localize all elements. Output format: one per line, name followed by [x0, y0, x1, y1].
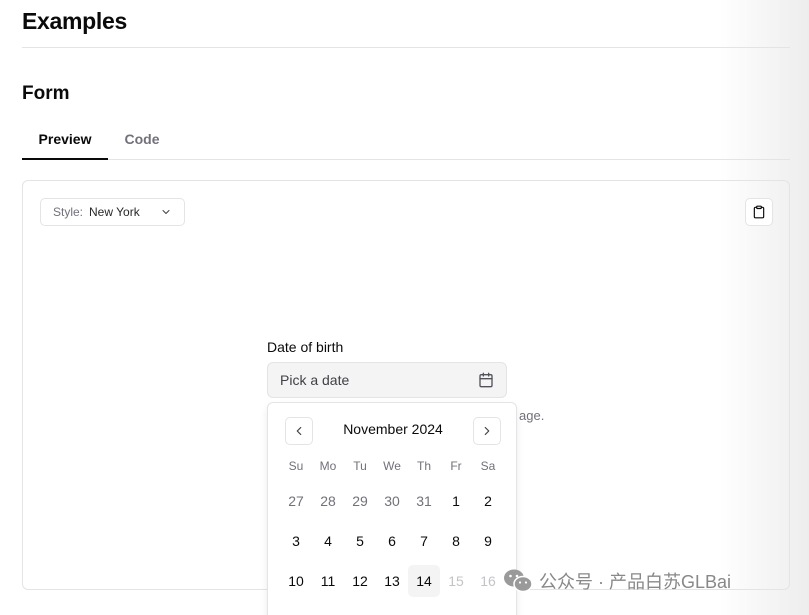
weekday-label: Su [288, 459, 304, 473]
watermark-text: 公众号 · 产品白苏GLBai [539, 572, 732, 592]
calendar-day[interactable]: 30 [376, 485, 408, 517]
page-title: Examples [22, 8, 127, 34]
weekday-header: Su Mo Tu We Th Fr Sa [280, 459, 504, 473]
calendar-icon [479, 372, 493, 388]
calendar-popover: November 2024 Su Mo Tu We Th Fr Sa 27 28 2… [267, 402, 517, 615]
calendar-day[interactable]: 5 [344, 525, 376, 557]
title-divider [22, 47, 790, 48]
calendar-day[interactable]: 1 [440, 485, 472, 517]
calendar-day[interactable]: 31 [408, 485, 440, 517]
date-of-birth-label: Date of birth [267, 339, 344, 355]
copy-code-button[interactable] [745, 198, 773, 226]
wechat-icon [504, 569, 533, 593]
weekday-label: Fr [450, 459, 462, 473]
calendar-day[interactable]: 4 [312, 525, 344, 557]
weekday-label: Sa [480, 459, 496, 473]
calendar-day: 15 [448, 573, 464, 589]
calendar-day[interactable]: 3 [280, 525, 312, 557]
tab-list: Preview Code [22, 120, 790, 160]
style-select-value: New York [89, 205, 140, 219]
calendar-day[interactable]: 27 [280, 485, 312, 517]
chevron-down-icon [162, 210, 170, 214]
calendar-day[interactable]: 7 [408, 525, 440, 557]
calendar-day[interactable]: 14 [408, 565, 440, 597]
chevron-right-icon [484, 426, 490, 436]
weekday-label: Th [416, 459, 431, 473]
tab-code[interactable]: Code [122, 120, 162, 160]
calendar-day[interactable]: 8 [440, 525, 472, 557]
weekday-label: Tu [353, 459, 367, 473]
date-picker-trigger[interactable]: Pick a date [267, 362, 507, 398]
next-month-button[interactable] [473, 417, 501, 445]
calendar-day[interactable]: 29 [344, 485, 376, 517]
style-select[interactable]: Style: New York [40, 198, 185, 226]
calendar-day[interactable]: 28 [312, 485, 344, 517]
tab-preview[interactable]: Preview [22, 120, 108, 160]
calendar-day[interactable]: 6 [376, 525, 408, 557]
date-placeholder: Pick a date [280, 372, 350, 388]
calendar-day[interactable]: 12 [344, 565, 376, 597]
weekday-label: Mo [319, 459, 337, 473]
calendar-day[interactable]: 13 [376, 565, 408, 597]
section-title: Form [22, 83, 70, 104]
style-select-label: Style: [53, 205, 84, 219]
calendar-day-grid: 27 28 29 30 31 1 2 3 4 5 6 7 8 9 10 11 12 13 14 15 16 [280, 483, 504, 603]
calendar-day: 16 [480, 573, 496, 589]
clipboard-icon [753, 205, 765, 219]
calendar-day[interactable]: 11 [312, 565, 344, 597]
calendar-day[interactable]: 9 [472, 525, 504, 557]
field-description: age. [519, 408, 545, 423]
calendar-day[interactable]: 10 [280, 565, 312, 597]
calendar-day[interactable]: 2 [472, 485, 504, 517]
watermark: 公众号 · 产品白苏GLBai [503, 568, 731, 594]
weekday-label: We [383, 459, 401, 473]
